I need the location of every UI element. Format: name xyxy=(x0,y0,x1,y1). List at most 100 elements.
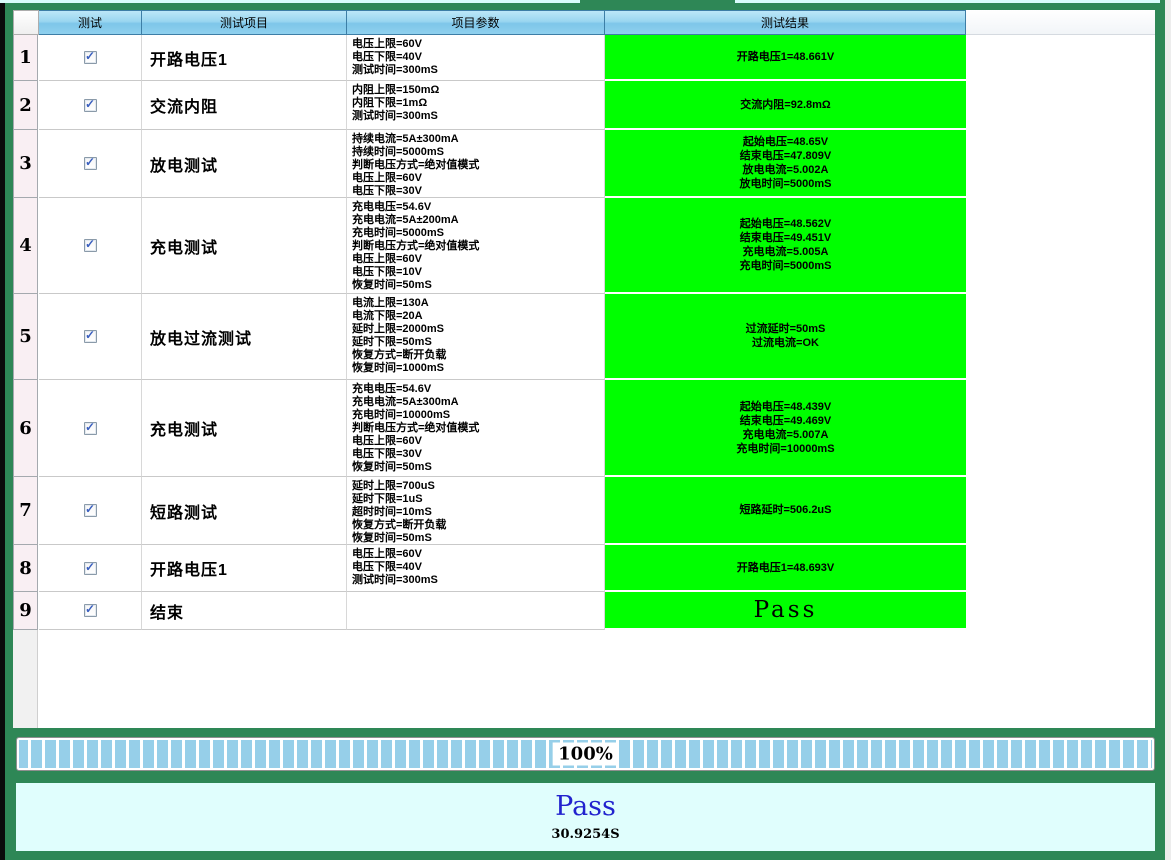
test-checkbox-cell: ✓ xyxy=(39,81,142,130)
param-line: 持续电流=5A±300mA xyxy=(352,133,604,146)
param-line: 持续时间=5000mS xyxy=(352,146,604,159)
test-sequence-table: 测试 测试项目 项目参数 测试结果 1 ✓ 开路电压1 电压上限=60V电压下限… xyxy=(13,10,1155,728)
checkmark-icon: ✓ xyxy=(85,99,95,110)
param-line: 电压上限=60V xyxy=(352,435,604,448)
param-line: 判断电压方式=绝对值模式 xyxy=(352,240,604,253)
checkmark-icon: ✓ xyxy=(85,562,95,573)
row-number: 5 xyxy=(13,294,38,380)
test-result-cell: Pass xyxy=(605,592,966,630)
result-line: 起始电压=48.65V xyxy=(743,135,828,149)
param-line: 充电时间=10000mS xyxy=(352,409,604,422)
progress-percent-label: 100% xyxy=(552,743,619,766)
test-checkbox-cell: ✓ xyxy=(39,35,142,81)
test-enabled-checkbox[interactable]: ✓ xyxy=(84,562,97,575)
test-enabled-checkbox[interactable]: ✓ xyxy=(84,239,97,252)
column-header-row-number xyxy=(13,10,39,35)
param-line: 电压下限=10V xyxy=(352,266,604,279)
test-enabled-checkbox[interactable]: ✓ xyxy=(84,422,97,435)
param-line: 延时上限=2000mS xyxy=(352,323,604,336)
table-row: 7 ✓ 短路测试 延时上限=700uS延时下限=1uS超时时间=10mS恢复方式… xyxy=(13,477,966,545)
param-line: 电压下限=40V xyxy=(352,561,604,574)
result-line: 放电时间=5000mS xyxy=(739,177,831,191)
status-result-text: Pass xyxy=(555,792,616,822)
row-number: 3 xyxy=(13,130,38,198)
item-params-cell: 电压上限=60V电压下限=40V测试时间=300mS xyxy=(347,545,605,592)
test-enabled-checkbox[interactable]: ✓ xyxy=(84,157,97,170)
result-line: 开路电压1=48.661V xyxy=(737,50,835,64)
param-line: 充电电压=54.6V xyxy=(352,383,604,396)
result-line: 过流延时=50mS xyxy=(746,322,826,336)
top-accent-line xyxy=(0,0,580,3)
item-params-cell: 电流上限=130A电流下限=20A延时上限=2000mS延时下限=50mS恢复方… xyxy=(347,294,605,380)
test-enabled-checkbox[interactable]: ✓ xyxy=(84,99,97,112)
param-line: 恢复方式=断开负载 xyxy=(352,519,604,532)
test-checkbox-cell: ✓ xyxy=(39,198,142,294)
item-params-cell: 电压上限=60V电压下限=40V测试时间=300mS xyxy=(347,35,605,81)
row-number: 2 xyxy=(13,81,38,130)
table-row: 3 ✓ 放电测试 持续电流=5A±300mA持续时间=5000mS判断电压方式=… xyxy=(13,130,966,198)
test-checkbox-cell: ✓ xyxy=(39,130,142,198)
result-line: 起始电压=48.439V xyxy=(740,400,831,414)
test-checkbox-cell: ✓ xyxy=(39,380,142,477)
test-item-name: 交流内阻 xyxy=(142,81,347,130)
param-line: 判断电压方式=绝对值模式 xyxy=(352,159,604,172)
column-header-item-params: 项目参数 xyxy=(347,10,605,35)
param-line: 充电电流=5A±300mA xyxy=(352,396,604,409)
checkmark-icon: ✓ xyxy=(85,330,95,341)
result-line: 充电时间=5000mS xyxy=(739,259,831,273)
param-line: 电压上限=60V xyxy=(352,172,604,185)
table-body: 1 ✓ 开路电压1 电压上限=60V电压下限=40V测试时间=300mS 开路电… xyxy=(13,35,1155,630)
row-number-footer-strip xyxy=(13,630,38,728)
test-enabled-checkbox[interactable]: ✓ xyxy=(84,604,97,617)
test-item-name: 放电测试 xyxy=(142,130,347,198)
test-item-name: 开路电压1 xyxy=(142,545,347,592)
result-line: Pass xyxy=(754,597,818,623)
table-header-row: 测试 测试项目 项目参数 测试结果 xyxy=(13,10,1155,35)
test-enabled-checkbox[interactable]: ✓ xyxy=(84,504,97,517)
param-line: 电压下限=30V xyxy=(352,185,604,198)
param-line: 充电电流=5A±200mA xyxy=(352,214,604,227)
param-line: 电压下限=40V xyxy=(352,51,604,64)
window-right-edge xyxy=(1165,0,1171,860)
param-line: 电压下限=30V xyxy=(352,448,604,461)
param-line: 判断电压方式=绝对值模式 xyxy=(352,422,604,435)
param-line: 电压上限=60V xyxy=(352,38,604,51)
column-header-test-result: 测试结果 xyxy=(605,10,966,35)
param-line: 电压上限=60V xyxy=(352,253,604,266)
param-line: 电流上限=130A xyxy=(352,297,604,310)
result-line: 放电电流=5.002A xyxy=(743,163,829,177)
result-line: 充电电流=5.007A xyxy=(743,428,829,442)
test-item-name: 放电过流测试 xyxy=(142,294,347,380)
item-params-cell: 延时上限=700uS延时下限=1uS超时时间=10mS恢复方式=断开负载恢复时间… xyxy=(347,477,605,545)
result-line: 起始电压=48.562V xyxy=(740,217,831,231)
window-left-edge xyxy=(0,0,5,860)
result-line: 结束电压=49.451V xyxy=(740,231,831,245)
test-checkbox-cell: ✓ xyxy=(39,477,142,545)
param-line: 充电时间=5000mS xyxy=(352,227,604,240)
result-line: 结束电压=47.809V xyxy=(740,149,831,163)
result-line: 充电电流=5.005A xyxy=(743,245,829,259)
item-params-cell: 内阻上限=150mΩ内阻下限=1mΩ测试时间=300mS xyxy=(347,81,605,130)
test-enabled-checkbox[interactable]: ✓ xyxy=(84,51,97,64)
table-row: 8 ✓ 开路电压1 电压上限=60V电压下限=40V测试时间=300mS 开路电… xyxy=(13,545,966,592)
test-item-name: 开路电压1 xyxy=(142,35,347,81)
table-row: 6 ✓ 充电测试 充电电压=54.6V充电电流=5A±300mA充电时间=100… xyxy=(13,380,966,477)
result-line: 过流电流=OK xyxy=(752,336,819,350)
checkmark-icon: ✓ xyxy=(85,422,95,433)
param-line: 超时时间=10mS xyxy=(352,506,604,519)
param-line: 内阻上限=150mΩ xyxy=(352,84,604,97)
test-result-cell: 起始电压=48.65V结束电压=47.809V放电电流=5.002A放电时间=5… xyxy=(605,130,966,198)
top-accent-line xyxy=(735,0,1160,3)
checkmark-icon: ✓ xyxy=(85,504,95,515)
test-result-cell: 开路电压1=48.693V xyxy=(605,545,966,592)
table-row: 5 ✓ 放电过流测试 电流上限=130A电流下限=20A延时上限=2000mS延… xyxy=(13,294,966,380)
test-item-name: 充电测试 xyxy=(142,198,347,294)
row-number: 7 xyxy=(13,477,38,545)
table-row: 4 ✓ 充电测试 充电电压=54.6V充电电流=5A±200mA充电时间=500… xyxy=(13,198,966,294)
test-enabled-checkbox[interactable]: ✓ xyxy=(84,330,97,343)
param-line: 延时下限=50mS xyxy=(352,336,604,349)
test-item-name: 结束 xyxy=(142,592,347,630)
checkmark-icon: ✓ xyxy=(85,157,95,168)
row-number: 8 xyxy=(13,545,38,592)
table-row: 2 ✓ 交流内阻 内阻上限=150mΩ内阻下限=1mΩ测试时间=300mS 交流… xyxy=(13,81,966,130)
